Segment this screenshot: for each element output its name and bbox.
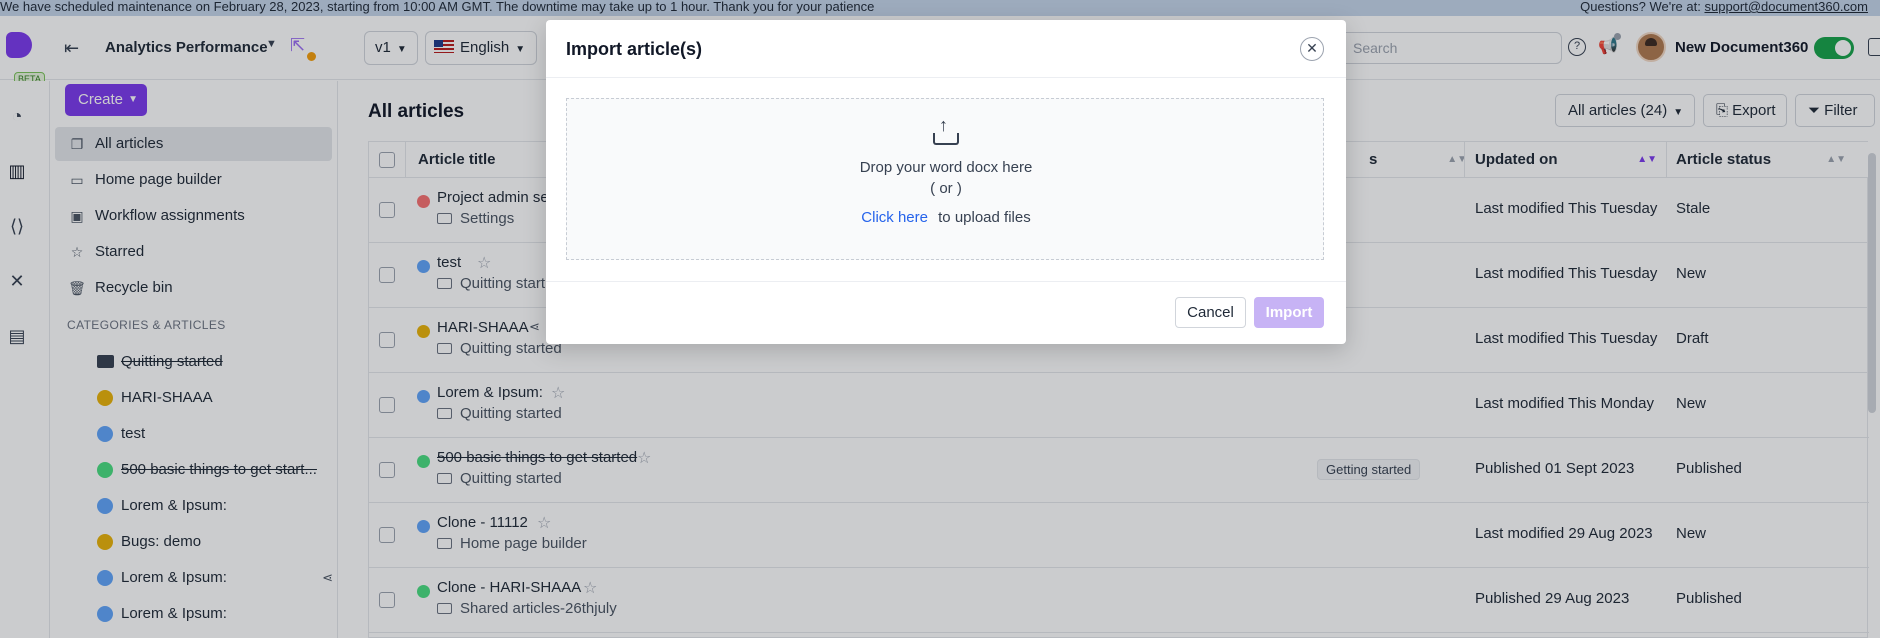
file-dropzone[interactable]: ↑ Drop your word docx here ( or ) Click … [566,98,1324,260]
cancel-button[interactable]: Cancel [1175,297,1246,328]
close-icon[interactable]: ✕ [1300,37,1324,61]
upload-suffix: to upload files [938,209,1031,226]
upload-line: Click here to upload files [567,209,1325,226]
dialog-header: Import article(s) ✕ [546,20,1346,78]
upload-arrow: ↑ [939,115,948,135]
or-separator: ( or ) [930,180,962,197]
import-articles-dialog: Import article(s) ✕ ↑ Drop your word doc… [546,20,1346,344]
click-here-link[interactable]: Click here [861,209,928,226]
dialog-title: Import article(s) [566,39,703,59]
drop-instructions: Drop your word docx here [859,159,1033,176]
dialog-footer-divider [546,281,1346,282]
upload-icon: ↑ [933,115,959,145]
import-button[interactable]: Import [1254,297,1324,328]
